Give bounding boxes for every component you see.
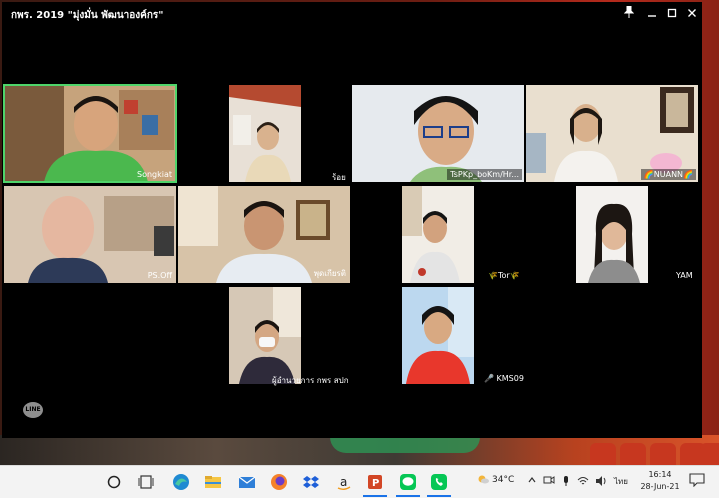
dropbox-icon[interactable] — [301, 472, 321, 492]
participant-name: ร้อย — [332, 173, 346, 182]
close-icon[interactable] — [683, 5, 701, 23]
participant-name: 🌾Tor🌾 — [488, 271, 520, 280]
participant-video-image — [526, 85, 698, 182]
participant-video-image — [4, 186, 176, 283]
participant-name: PS.Off — [147, 271, 172, 280]
participant-video-image — [352, 85, 524, 182]
task-view-icon[interactable] — [136, 472, 156, 492]
line-call-icon[interactable] — [429, 472, 449, 492]
svg-text:a: a — [340, 475, 347, 489]
participant-name: 🎤 KMS09 — [484, 374, 524, 383]
maximize-icon[interactable] — [663, 5, 681, 23]
mail-icon[interactable] — [237, 472, 257, 492]
participant-video-image — [402, 186, 474, 283]
participant-video-image — [229, 287, 301, 384]
desktop-decoration — [330, 437, 480, 453]
participant-video-image — [4, 85, 176, 182]
line-logo: LINE — [23, 402, 43, 418]
window-title: กพร. 2019 "มุ่งมั่น พัฒนาองค์กร" — [11, 10, 164, 21]
language-indicator[interactable]: ไทย — [614, 475, 628, 488]
participant-video-psoff[interactable]: PS.Off — [4, 186, 176, 283]
chevron-up-icon[interactable] — [527, 475, 537, 488]
system-clock[interactable]: 16:14 28-Jun-21 — [640, 469, 680, 493]
pin-icon[interactable] — [620, 5, 638, 23]
participant-video-image — [229, 85, 301, 182]
edge-icon[interactable] — [171, 472, 191, 492]
temperature-text[interactable]: 34°C — [492, 475, 514, 485]
participant-video-tor[interactable] — [402, 186, 474, 283]
participant-video-nuann[interactable]: 🌈NUANN🌈 — [526, 85, 698, 182]
powerpoint-icon[interactable]: P — [365, 472, 385, 492]
minimize-icon[interactable] — [643, 5, 661, 23]
title-bar[interactable]: กพร. 2019 "มุ่งมั่น พัฒนาองค์กร" — [2, 2, 702, 28]
volume-icon[interactable] — [595, 475, 607, 490]
participant-video-roi[interactable] — [229, 85, 301, 182]
video-call-window: กพร. 2019 "มุ่งมั่น พัฒนาองค์กร" Songkia… — [2, 2, 702, 438]
participant-video-songkiat[interactable]: Songkiat — [3, 84, 177, 183]
participant-video-putkiat[interactable]: พุดเกียรติ — [178, 186, 350, 283]
participant-name: TsPKp_boKm/Hr... — [447, 169, 522, 180]
microphone-icon[interactable] — [561, 475, 571, 490]
participant-video-kms09[interactable] — [402, 287, 474, 384]
clock-time: 16:14 — [648, 470, 672, 479]
amazon-icon[interactable]: a — [334, 472, 354, 492]
participant-name: พุดเกียรติ — [313, 269, 346, 278]
participant-video-image — [576, 186, 648, 283]
firefox-icon[interactable] — [269, 472, 289, 492]
taskbar: a P 34°C ไทย 16:14 28-Jun-21 — [0, 465, 719, 498]
weather-icon[interactable] — [477, 473, 489, 488]
participant-video-tspkp[interactable]: TsPKp_boKm/Hr... — [352, 85, 524, 182]
participant-video-image — [402, 287, 474, 384]
line-app-icon[interactable] — [398, 472, 418, 492]
participant-name: 🌈NUANN🌈 — [640, 169, 696, 180]
file-explorer-icon[interactable] — [203, 472, 223, 492]
participant-video-yam[interactable] — [576, 186, 648, 283]
meet-now-icon[interactable] — [543, 475, 555, 488]
clock-date: 28-Jun-21 — [640, 482, 680, 491]
participant-name: Songkiat — [136, 170, 172, 179]
participant-name: YAM — [676, 271, 693, 280]
notification-icon[interactable] — [689, 473, 705, 490]
svg-text:P: P — [372, 478, 379, 489]
participant-video-director[interactable] — [229, 287, 301, 384]
wifi-icon[interactable] — [577, 475, 589, 490]
participant-name: ผู้อำนวยการ กพร สปก — [272, 376, 349, 385]
search-circle-icon[interactable] — [104, 472, 124, 492]
